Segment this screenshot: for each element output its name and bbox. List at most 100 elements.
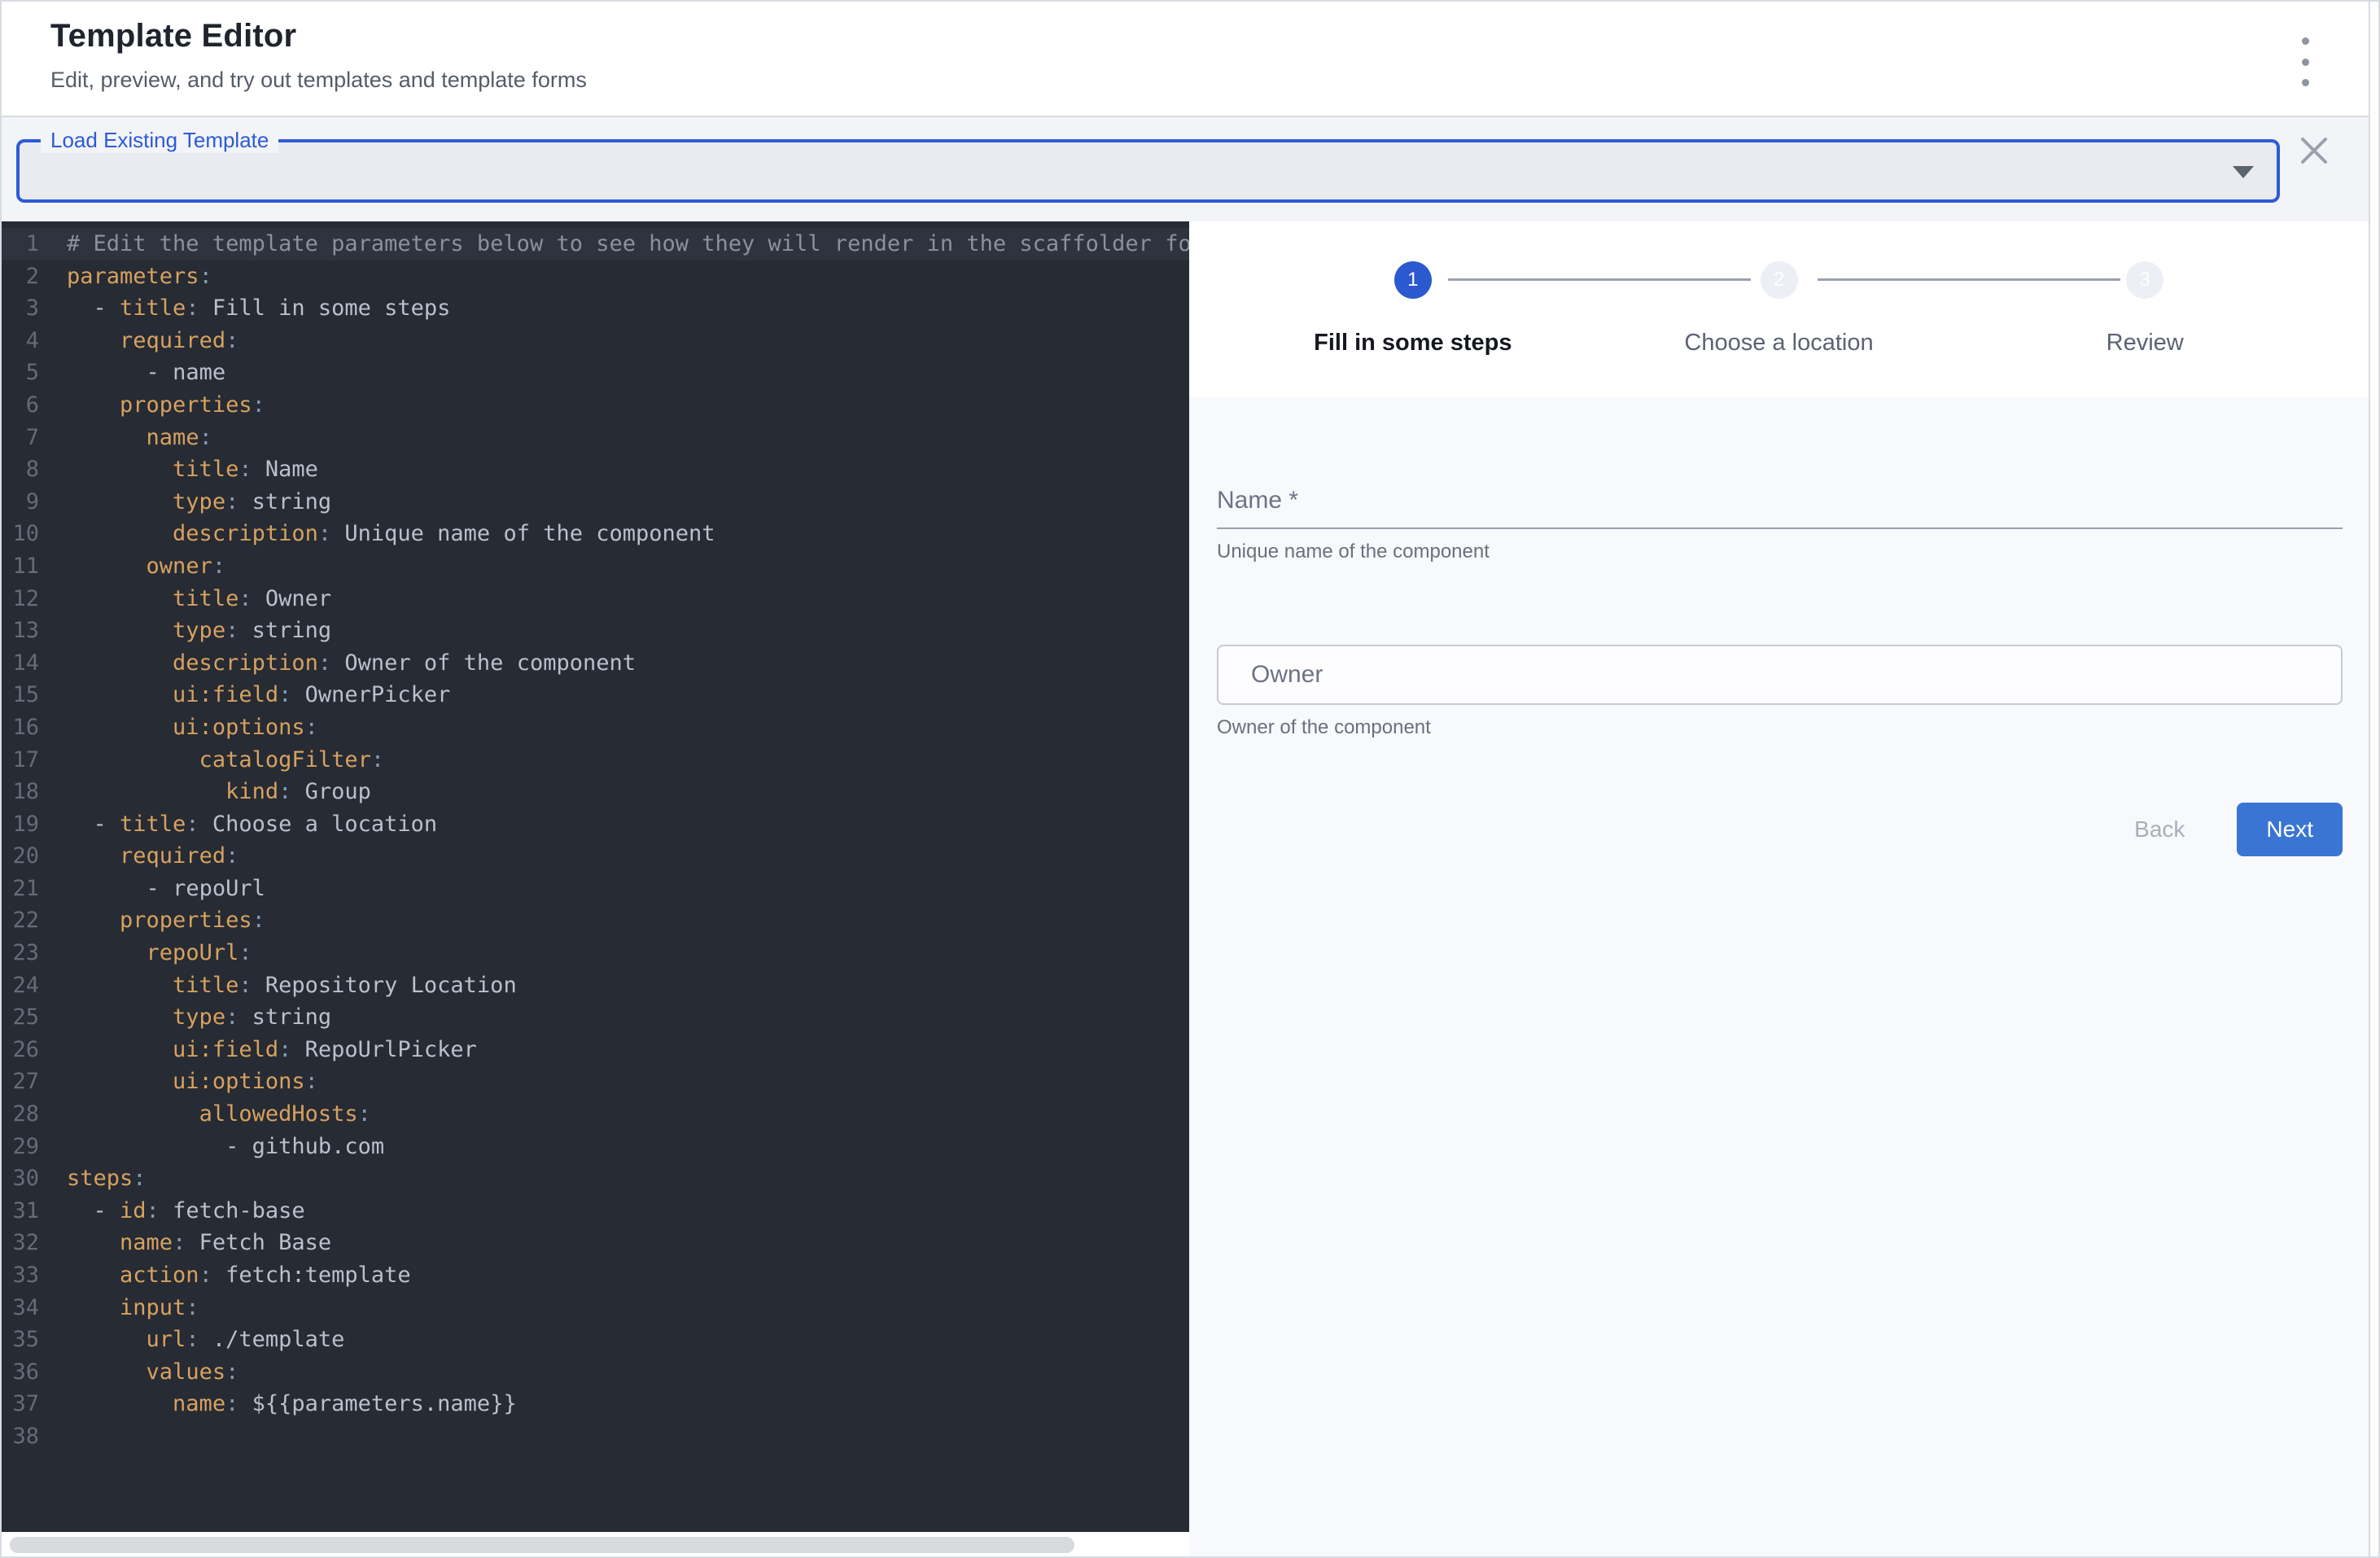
code-line: 7 name: xyxy=(2,422,1189,454)
line-number: 31 xyxy=(2,1195,39,1228)
code-line: 32 name: Fetch Base xyxy=(2,1227,1189,1259)
line-number: 20 xyxy=(2,840,39,873)
code-line: 34 input: xyxy=(2,1292,1189,1324)
line-number: 34 xyxy=(2,1292,39,1324)
line-number: 9 xyxy=(2,486,39,519)
code-line: 21 - repoUrl xyxy=(2,873,1189,905)
code-line: 19 - title: Choose a location xyxy=(2,808,1189,841)
code-line: 13 type: string xyxy=(2,615,1189,647)
owner-field-helper: Owner of the component xyxy=(1217,716,2343,739)
preview-pane: 1 Fill in some steps 2 Choose a location… xyxy=(1189,221,2369,1556)
back-button[interactable]: Back xyxy=(2118,816,2201,842)
stepper: 1 Fill in some steps 2 Choose a location… xyxy=(1189,221,2369,397)
code-line: 1# Edit the template parameters below to… xyxy=(2,228,1189,260)
page-scrollbar-gutter[interactable] xyxy=(2369,2,2378,1556)
code-line: 9 type: string xyxy=(2,486,1189,519)
code-line: 26 ui:field: RepoUrlPicker xyxy=(2,1034,1189,1066)
next-button[interactable]: Next xyxy=(2237,803,2343,856)
stepper-row: 1 Fill in some steps 2 Choose a location… xyxy=(1230,221,2328,397)
kebab-menu-icon[interactable] xyxy=(2286,37,2325,86)
code-line: 28 allowedHosts: xyxy=(2,1098,1189,1131)
line-number: 5 xyxy=(2,357,39,389)
line-number: 35 xyxy=(2,1324,39,1356)
code-line: 36 values: xyxy=(2,1356,1189,1389)
line-number: 24 xyxy=(2,969,39,1002)
name-field-block: Name * Unique name of the component xyxy=(1217,487,2343,563)
kebab-dot xyxy=(2302,79,2309,86)
kebab-dot xyxy=(2302,59,2309,66)
line-number: 21 xyxy=(2,873,39,905)
line-number: 26 xyxy=(2,1034,39,1066)
main-column: Template Editor Edit, preview, and try o… xyxy=(2,2,2369,1556)
code-line: 31 - id: fetch-base xyxy=(2,1195,1189,1228)
line-number: 18 xyxy=(2,776,39,808)
load-template-bar: Load Existing Template xyxy=(2,116,2369,221)
step-label: Choose a location xyxy=(1684,330,1873,357)
line-number: 36 xyxy=(2,1356,39,1389)
line-number: 15 xyxy=(2,679,39,711)
name-input[interactable] xyxy=(1217,527,2343,529)
line-number: 27 xyxy=(2,1066,39,1098)
template-editor-window: Template Editor Edit, preview, and try o… xyxy=(0,0,2380,1558)
code-line: 6 properties: xyxy=(2,389,1189,422)
step-review: 3 Review xyxy=(1962,221,2328,397)
step-circle: 2 xyxy=(1761,261,1798,299)
line-number: 10 xyxy=(2,518,39,550)
line-number: 22 xyxy=(2,904,39,937)
line-number: 8 xyxy=(2,453,39,486)
code-line: 33 action: fetch:template xyxy=(2,1259,1189,1292)
step-label: Fill in some steps xyxy=(1314,330,1512,357)
code-line: 10 description: Unique name of the compo… xyxy=(2,518,1189,550)
step-choose-a-location: 2 Choose a location xyxy=(1596,221,1962,397)
code-line: 22 properties: xyxy=(2,904,1189,937)
code-line: 38 xyxy=(2,1420,1189,1453)
line-number: 28 xyxy=(2,1098,39,1131)
load-template-label: Load Existing Template xyxy=(41,128,278,153)
code-line: 25 type: string xyxy=(2,1001,1189,1034)
code-line: 30steps: xyxy=(2,1162,1189,1195)
line-number: 12 xyxy=(2,583,39,615)
step-circle: 3 xyxy=(2126,261,2163,299)
line-number: 4 xyxy=(2,325,39,357)
kebab-dot xyxy=(2302,37,2309,45)
code-line: 20 required: xyxy=(2,840,1189,873)
owner-input[interactable]: Owner xyxy=(1217,645,2343,705)
line-number: 32 xyxy=(2,1227,39,1259)
code-line: 18 kind: Group xyxy=(2,776,1189,808)
step-label: Review xyxy=(2107,330,2184,357)
code-line: 27 ui:options: xyxy=(2,1066,1189,1098)
line-number: 2 xyxy=(2,260,39,293)
code-line: 11 owner: xyxy=(2,550,1189,583)
line-number: 37 xyxy=(2,1388,39,1420)
wizard-buttons: Back Next xyxy=(1217,803,2343,856)
line-number: 11 xyxy=(2,550,39,583)
code-line: 5 - name xyxy=(2,357,1189,389)
line-number: 17 xyxy=(2,744,39,777)
editor-lines: 1# Edit the template parameters below to… xyxy=(2,228,1189,1453)
code-line: 17 catalogFilter: xyxy=(2,744,1189,777)
line-number: 13 xyxy=(2,615,39,647)
code-line: 16 ui:options: xyxy=(2,711,1189,744)
horizontal-scrollbar xyxy=(2,1532,1189,1556)
line-number: 23 xyxy=(2,937,39,969)
line-number: 6 xyxy=(2,389,39,422)
line-number: 38 xyxy=(2,1420,39,1453)
owner-field-label: Owner xyxy=(1251,661,1323,689)
yaml-code-editor[interactable]: 1# Edit the template parameters below to… xyxy=(2,221,1189,1532)
step-fill-in-some-steps: 1 Fill in some steps xyxy=(1230,221,1596,397)
load-template-select[interactable]: Load Existing Template xyxy=(16,139,2280,203)
close-icon xyxy=(2295,132,2333,169)
code-line: 4 required: xyxy=(2,325,1189,357)
code-line: 14 description: Owner of the component xyxy=(2,647,1189,680)
horizontal-scrollbar-thumb[interactable] xyxy=(10,1537,1074,1553)
page-subtitle: Edit, preview, and try out templates and… xyxy=(50,68,2369,93)
code-line: 15 ui:field: OwnerPicker xyxy=(2,679,1189,711)
header: Template Editor Edit, preview, and try o… xyxy=(2,2,2369,116)
clear-template-button[interactable] xyxy=(2295,132,2333,169)
line-number: 25 xyxy=(2,1001,39,1034)
step-circle: 1 xyxy=(1394,261,1432,299)
code-line: 3 - title: Fill in some steps xyxy=(2,292,1189,325)
line-number: 7 xyxy=(2,422,39,454)
line-number: 30 xyxy=(2,1162,39,1195)
code-line: 2parameters: xyxy=(2,260,1189,293)
